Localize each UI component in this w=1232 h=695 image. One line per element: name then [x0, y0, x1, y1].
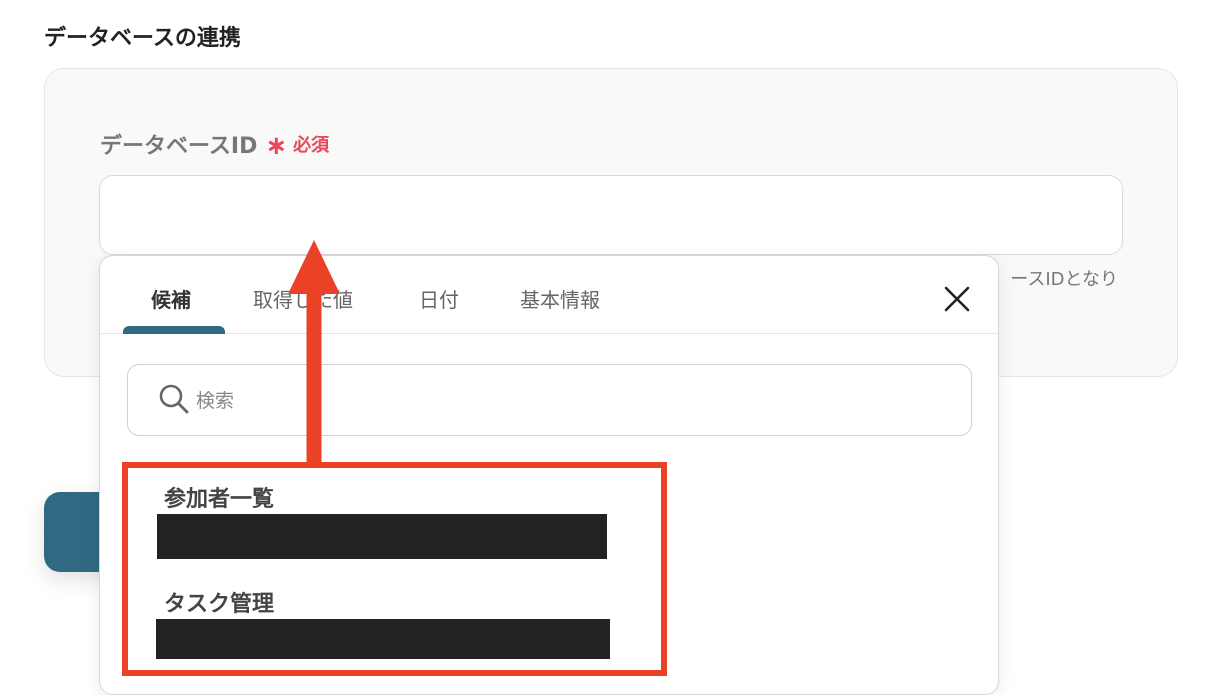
database-id-label-text: データベースID — [100, 134, 258, 159]
annotation-arrow-icon — [288, 240, 340, 464]
section-title: データベースの連携 — [44, 26, 241, 51]
tab-date[interactable]: 日付 — [419, 284, 459, 313]
database-id-input[interactable] — [99, 175, 1123, 255]
required-asterisk-icon: ∗ — [265, 131, 288, 161]
required-badge: 必須 — [293, 135, 330, 156]
popup-tab-bar: 候補 取得した値 日付 基本情報 — [100, 256, 998, 334]
annotation-highlight-box — [122, 462, 667, 676]
search-icon — [159, 384, 189, 414]
search-box — [127, 364, 972, 436]
field-hint-text: ースIDとなり — [1010, 269, 1118, 290]
close-icon[interactable] — [942, 284, 972, 314]
tab-candidates[interactable]: 候補 — [151, 284, 191, 313]
tab-basic-info[interactable]: 基本情報 — [520, 284, 600, 313]
active-tab-indicator — [123, 326, 225, 334]
database-id-label: データベースID ∗ 必須 — [100, 128, 329, 160]
